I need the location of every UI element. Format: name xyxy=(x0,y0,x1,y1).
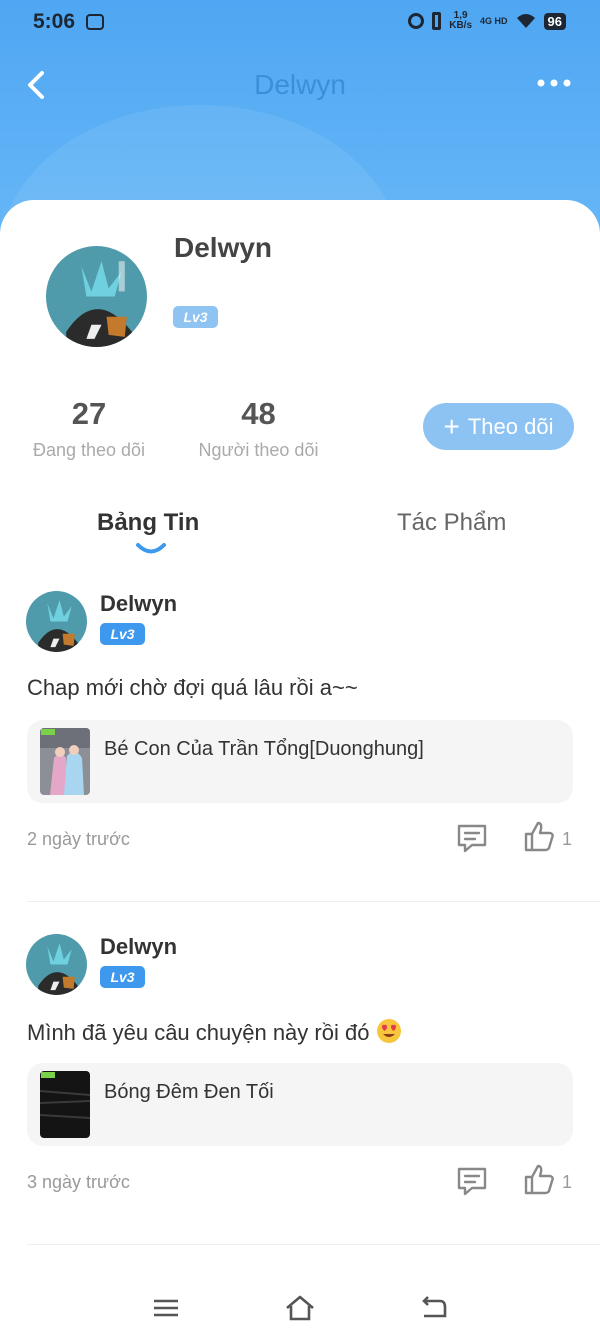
post-author-avatar[interactable] xyxy=(26,591,87,652)
follow-button[interactable]: + Theo dõi xyxy=(423,403,574,450)
follow-button-label: Theo dõi xyxy=(467,413,554,439)
post-author-name[interactable]: Delwyn xyxy=(100,934,177,960)
post-timestamp: 3 ngày trước xyxy=(27,1172,130,1192)
post-divider xyxy=(27,901,600,902)
battery-indicator: 96 xyxy=(543,12,566,30)
post-text-content: Mình đã yêu câu chuyện này rồi đó xyxy=(27,1020,370,1045)
linked-work-card[interactable]: Bé Con Của Trần Tổng[Duonghung] xyxy=(27,720,573,803)
app-notification-icon xyxy=(86,14,104,30)
vibrate-icon xyxy=(432,12,442,30)
status-time: 5:06 xyxy=(33,10,76,33)
network-type: 4G HD xyxy=(480,16,508,26)
profile-avatar[interactable] xyxy=(46,246,147,347)
following-stat[interactable]: 27 Đang theo dõi xyxy=(26,396,152,461)
followers-count: 48 xyxy=(241,396,276,431)
work-cover-image xyxy=(40,728,90,795)
post-text: Chap mới chờ đợi quá lâu rồi a~~ xyxy=(27,675,358,700)
like-count: 1 xyxy=(562,829,573,849)
post-timestamp: 2 ngày trước xyxy=(27,829,130,849)
profile-card: Delwyn Lv3 27 Đang theo dõi 48 Người the… xyxy=(0,200,600,1343)
work-title: Bé Con Của Trần Tổng[Duonghung] xyxy=(104,738,424,760)
top-nav-bar: Delwyn xyxy=(0,55,600,115)
alarm-icon xyxy=(408,13,425,29)
tab-works[interactable]: Tác Phẩm xyxy=(397,509,506,537)
system-nav-bar xyxy=(0,1280,600,1343)
post-level-badge: Lv3 xyxy=(100,966,145,988)
tab-feed[interactable]: Bảng Tin xyxy=(97,509,199,537)
following-count: 27 xyxy=(71,396,107,431)
thumbs-up-icon[interactable] xyxy=(522,819,556,853)
tab-active-indicator xyxy=(136,543,166,554)
followers-stat[interactable]: 48 Người theo dõi xyxy=(191,396,326,461)
linked-work-card[interactable]: Bóng Đêm Đen Tối xyxy=(27,1063,573,1146)
comment-icon[interactable] xyxy=(455,821,489,855)
profile-name: Delwyn xyxy=(174,232,273,263)
status-bar: 5:06 1,9 KB/s 4G HD 96 xyxy=(0,0,600,48)
plus-icon: + xyxy=(443,410,460,442)
network-speed: 1,9 KB/s xyxy=(449,11,472,31)
feed-post: Delwyn Lv3 Mình đã yêu câu chuyện này rồ… xyxy=(0,934,600,1274)
post-level-badge: Lv3 xyxy=(100,623,145,645)
wifi-icon xyxy=(516,14,535,28)
more-dots-icon[interactable] xyxy=(536,71,572,95)
work-cover-image xyxy=(40,1071,90,1138)
menu-icon[interactable] xyxy=(150,1292,182,1324)
status-icons: 1,9 KB/s 4G HD 96 xyxy=(408,11,566,31)
level-badge: Lv3 xyxy=(173,306,218,328)
post-author-name[interactable]: Delwyn xyxy=(100,591,177,617)
nav-title: Delwyn xyxy=(254,69,346,100)
post-text: Mình đã yêu câu chuyện này rồi đó xyxy=(27,1018,402,1046)
followers-label: Người theo dõi xyxy=(198,440,319,460)
back-nav-icon[interactable] xyxy=(418,1292,450,1324)
thumbs-up-icon[interactable] xyxy=(522,1162,556,1196)
feed-post: Delwyn Lv3 Chap mới chờ đợi quá lâu rồi … xyxy=(0,591,600,931)
like-count: 1 xyxy=(562,1172,573,1192)
network-speed-unit: KB/s xyxy=(449,20,473,31)
following-label: Đang theo dõi xyxy=(32,440,146,460)
home-icon[interactable] xyxy=(284,1292,316,1324)
post-author-avatar[interactable] xyxy=(26,934,87,995)
work-title: Bóng Đêm Đen Tối xyxy=(104,1081,274,1103)
post-divider xyxy=(27,1244,600,1245)
heart-eyes-emoji-icon xyxy=(376,1019,401,1043)
comment-icon[interactable] xyxy=(455,1164,489,1198)
